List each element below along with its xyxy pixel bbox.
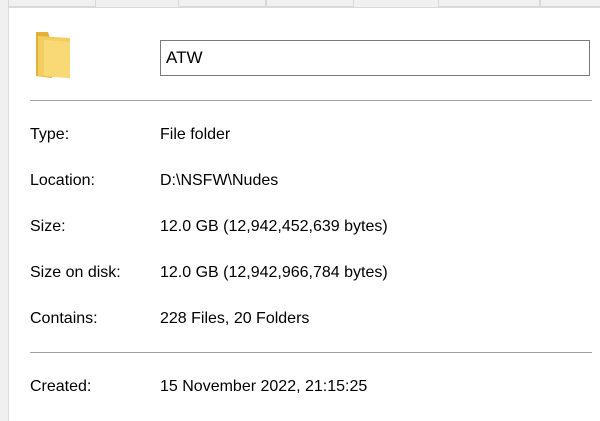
size-on-disk-label: Size on disk: <box>30 264 121 281</box>
properties-window: Type: File folder Location: D:\NSFW\Nude… <box>0 0 600 421</box>
tab-general[interactable] <box>8 0 96 7</box>
type-value: File folder <box>160 126 231 143</box>
tab-customise[interactable] <box>540 0 600 7</box>
created-value: 15 November 2022, 21:15:25 <box>160 378 368 395</box>
contains-label: Contains: <box>30 310 98 327</box>
folder-name-input[interactable] <box>160 40 590 76</box>
divider <box>30 100 592 101</box>
size-label: Size: <box>30 218 66 235</box>
tab-previous-versions[interactable] <box>438 0 540 7</box>
location-value: D:\NSFW\Nudes <box>160 172 279 189</box>
type-label: Type: <box>30 126 70 143</box>
tab-security[interactable] <box>266 0 354 7</box>
size-on-disk-value: 12.0 GB (12,942,966,784 bytes) <box>160 264 388 281</box>
folder-icon <box>36 32 70 78</box>
tab-sharing[interactable] <box>178 0 266 7</box>
contains-value: 228 Files, 20 Folders <box>160 310 310 327</box>
created-label: Created: <box>30 378 92 395</box>
location-label: Location: <box>30 172 95 189</box>
tab-strip <box>0 0 600 7</box>
size-value: 12.0 GB (12,942,452,639 bytes) <box>160 218 388 235</box>
divider <box>30 352 592 353</box>
